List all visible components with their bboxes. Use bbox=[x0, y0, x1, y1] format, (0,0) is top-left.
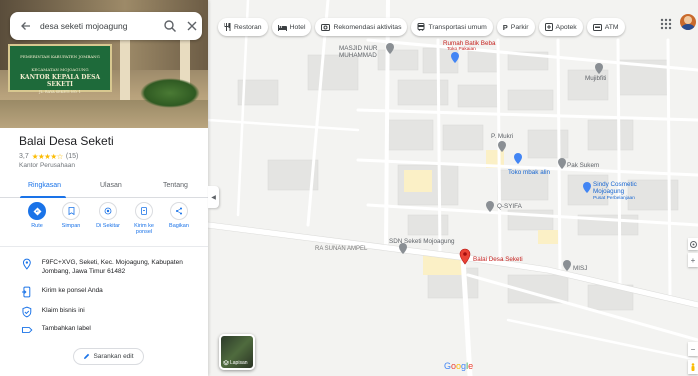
chip-restoran[interactable]: Restoran bbox=[218, 18, 268, 36]
search-input[interactable] bbox=[40, 18, 150, 34]
directions-circle bbox=[28, 202, 46, 220]
bookmark-icon bbox=[68, 207, 74, 215]
pencil-icon bbox=[84, 353, 90, 359]
send-to-phone-icon bbox=[141, 207, 147, 215]
add-label-row[interactable]: Tambahkan label bbox=[0, 324, 208, 336]
google-logo-letter: G bbox=[444, 361, 452, 371]
close-icon[interactable] bbox=[184, 18, 200, 34]
layers-button[interactable]: Lapisan bbox=[219, 334, 255, 370]
send-to-phone-button[interactable]: Kirim ke ponsel bbox=[127, 202, 161, 235]
claim-business-row[interactable]: Klaim bisnis ini bbox=[0, 306, 208, 318]
address-text: F9FC+XVG, Seketi, Kec. Mojoagung, Kabupa… bbox=[41, 259, 183, 275]
avatar-body bbox=[681, 24, 695, 30]
search-icon[interactable] bbox=[162, 18, 178, 34]
tab-tentang[interactable]: Tentang bbox=[163, 182, 188, 189]
share-button[interactable]: Bagikan bbox=[162, 202, 196, 229]
tab-ulasan[interactable]: Ulasan bbox=[100, 182, 122, 189]
place-category[interactable]: Kantor Perusahaan bbox=[19, 162, 75, 169]
map-label-pak-sukem[interactable]: Pak Sukem bbox=[567, 162, 599, 169]
map-label-qsyifa[interactable]: Q-SYIFA bbox=[497, 203, 522, 210]
save-button[interactable]: Simpan bbox=[54, 202, 88, 229]
restaurant-icon bbox=[224, 23, 231, 31]
map-label-batik-sub: Toko Pakaian bbox=[447, 47, 476, 52]
place-title: Balai Desa Seketi bbox=[19, 134, 114, 148]
directions-button[interactable]: Rute bbox=[20, 202, 54, 229]
atm-icon bbox=[592, 23, 602, 31]
rating-value: 3,7 bbox=[19, 153, 29, 160]
place-rating[interactable]: 3,7 ★★★★☆ (15) bbox=[19, 152, 78, 161]
plus-icon: + bbox=[690, 255, 696, 265]
map-label-balai[interactable]: Balai Desa Seketi bbox=[473, 256, 523, 263]
zoom-in-button[interactable]: + bbox=[688, 253, 698, 267]
map-label-mukri[interactable]: P. Mukri bbox=[491, 133, 513, 140]
photo-plant bbox=[140, 78, 200, 108]
avatar-face bbox=[684, 16, 692, 24]
review-count[interactable]: (15) bbox=[66, 153, 78, 160]
map-label-mujibfiti[interactable]: Mujibfiti bbox=[585, 75, 606, 82]
claim-business-text: Klaim bisnis ini bbox=[41, 307, 85, 314]
chip-apotek[interactable]: Apotek bbox=[538, 18, 583, 36]
map-label-toko-mbak[interactable]: Toko mbak alin bbox=[508, 169, 550, 176]
send-to-phone-text: Kirim ke ponsel Anda bbox=[41, 287, 103, 294]
place-panel: PEMERINTAH KABUPATEN JOMBANG KECAMATAN M… bbox=[0, 0, 208, 376]
nearby-circle bbox=[99, 202, 117, 220]
google-logo-letter: e bbox=[468, 361, 474, 371]
map-label-sindy-sub: Pusat Perbelanjaan bbox=[593, 196, 635, 201]
chip-atm[interactable]: ATM bbox=[586, 18, 625, 36]
compass-button[interactable] bbox=[688, 238, 698, 250]
back-arrow-icon[interactable] bbox=[18, 18, 34, 34]
add-label-text: Tambahkan label bbox=[41, 325, 91, 332]
camera-icon bbox=[321, 24, 331, 31]
nearby-button[interactable]: Di Sekitar bbox=[91, 202, 125, 229]
send-to-phone-row[interactable]: Kirim ke ponsel Anda bbox=[0, 286, 208, 298]
photo-sign: PEMERINTAH KABUPATEN JOMBANG KECAMATAN M… bbox=[8, 44, 112, 94]
apps-grid-icon[interactable] bbox=[660, 18, 672, 30]
chip-hotel[interactable]: Hotel bbox=[271, 18, 312, 36]
zoom-out-button[interactable]: − bbox=[688, 342, 698, 356]
send-to-phone-circle bbox=[135, 202, 153, 220]
pharmacy-icon bbox=[544, 23, 553, 31]
label-tag-icon bbox=[21, 327, 33, 333]
pegman-button[interactable] bbox=[688, 360, 698, 374]
nearby-icon bbox=[104, 207, 112, 215]
chip-parkir[interactable]: P Parkir bbox=[496, 18, 535, 36]
share-icon bbox=[176, 207, 182, 215]
map-label-masjid[interactable]: MASJID NUR MUHAMMAD bbox=[339, 45, 377, 59]
map-label-batik[interactable]: Rumah Batik Beba bbox=[443, 40, 496, 47]
category-chips: Restoran Hotel Rekomendasi aktivitas Tra… bbox=[218, 18, 625, 36]
google-logo: Google bbox=[444, 361, 473, 371]
active-tab-indicator bbox=[20, 196, 66, 198]
chip-rekomendasi[interactable]: Rekomendasi aktivitas bbox=[315, 18, 408, 36]
address-row[interactable]: F9FC+XVG, Seketi, Kec. Mojoagung, Kabupa… bbox=[0, 258, 208, 276]
chevron-left-icon: ◀ bbox=[211, 194, 216, 201]
location-pin-icon bbox=[22, 258, 31, 270]
suggest-edit-button[interactable]: Sarankan edit bbox=[73, 348, 144, 365]
bus-icon bbox=[417, 23, 425, 31]
pegman-icon bbox=[691, 362, 695, 371]
rating-stars: ★★★★☆ bbox=[31, 152, 64, 161]
chip-transportasi[interactable]: Transportasi umum bbox=[411, 18, 493, 36]
map-label-sindy[interactable]: Sindy Cosmetic Mojoagung bbox=[593, 181, 637, 195]
layers-label: Lapisan bbox=[223, 360, 248, 366]
map-label-sdn[interactable]: SDN Seketi Mojoagung bbox=[389, 238, 454, 245]
directions-icon bbox=[33, 207, 41, 215]
map-label-road: RA SUNAN AMPEL bbox=[315, 246, 368, 252]
minus-icon: − bbox=[690, 344, 696, 354]
tab-ringkasan[interactable]: Ringkasan bbox=[28, 182, 61, 189]
search-box bbox=[10, 12, 202, 40]
divider bbox=[0, 246, 208, 247]
collapse-panel-button[interactable]: ◀ bbox=[208, 186, 219, 208]
layers-icon bbox=[223, 360, 229, 366]
phone-arrow-icon bbox=[21, 286, 31, 298]
save-circle bbox=[62, 202, 80, 220]
shield-check-icon bbox=[22, 306, 32, 318]
account-avatar[interactable] bbox=[680, 14, 696, 30]
hotel-icon bbox=[277, 24, 287, 31]
share-circle bbox=[170, 202, 188, 220]
action-buttons: Rute Simpan Di Sekitar Kirim ke ponsel B… bbox=[0, 202, 208, 244]
compass-icon bbox=[689, 240, 697, 248]
place-tabs: Ringkasan Ulasan Tentang bbox=[0, 178, 208, 198]
map-label-misj[interactable]: MISJ bbox=[573, 265, 587, 272]
parking-icon: P bbox=[502, 22, 508, 32]
